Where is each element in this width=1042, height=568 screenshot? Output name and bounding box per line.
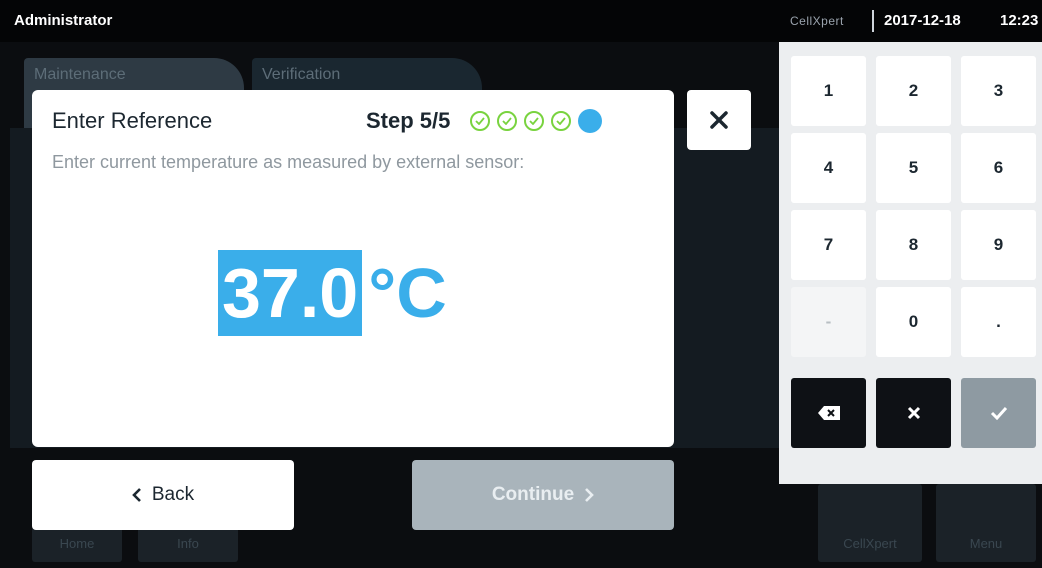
status-time: 12:23 [1000, 12, 1039, 29]
background-cellxpert-label: CellXpert [843, 536, 897, 551]
step-indicator-text: Step 5/5 [366, 108, 451, 133]
tab-verification-label: Verification [262, 66, 341, 83]
background-cellxpert-button: CellXpert [818, 484, 922, 562]
step-complete-icon [497, 111, 517, 131]
key-6[interactable]: 6 [961, 133, 1036, 203]
brand-name: CellXpert [790, 14, 844, 28]
current-user: Administrator [14, 12, 113, 29]
backspace-icon [817, 406, 840, 420]
dialog-title: Enter Reference [52, 108, 213, 133]
key-1[interactable]: 1 [791, 56, 866, 126]
status-bar: Administrator CellXpert 2017-12-18 12:23 [0, 0, 1042, 42]
clear-icon [907, 406, 920, 420]
step-current-icon [578, 109, 602, 133]
back-button-label: Back [151, 484, 195, 505]
step-complete-icon [524, 111, 544, 131]
confirm-button[interactable] [961, 378, 1036, 448]
clear-button[interactable] [876, 378, 951, 448]
key-5[interactable]: 5 [876, 133, 951, 203]
step-complete-icon [551, 111, 571, 131]
close-button[interactable] [687, 90, 751, 150]
key-0[interactable]: 0 [876, 287, 951, 357]
key-minus[interactable]: - [791, 287, 866, 357]
dialog-instruction: Enter current temperature as measured by… [52, 152, 525, 172]
chevron-right-icon [585, 488, 594, 502]
status-separator [872, 10, 874, 32]
step-complete-icon [470, 111, 490, 131]
background-menu-label: Menu [969, 536, 1003, 551]
key-decimal[interactable]: . [961, 287, 1036, 357]
temperature-unit: °C [368, 254, 447, 332]
numeric-keypad: 1 2 3 4 5 6 7 8 9 - 0 . [779, 42, 1042, 484]
key-2[interactable]: 2 [876, 56, 951, 126]
continue-button-label: Continue [491, 484, 575, 505]
temperature-value[interactable]: 37.0 [218, 250, 363, 336]
close-icon [710, 111, 728, 129]
tab-maintenance-label: Maintenance [34, 66, 126, 83]
continue-button[interactable]: Continue [412, 460, 674, 530]
confirm-icon [990, 406, 1007, 420]
backspace-button[interactable] [791, 378, 866, 448]
key-3[interactable]: 3 [961, 56, 1036, 126]
key-9[interactable]: 9 [961, 210, 1036, 280]
temperature-input[interactable]: 37.0 °C [218, 250, 447, 336]
enter-reference-dialog: Enter Reference Step 5/5 Enter current t… [32, 90, 674, 447]
key-4[interactable]: 4 [791, 133, 866, 203]
key-8[interactable]: 8 [876, 210, 951, 280]
background-menu-button: Menu [936, 484, 1036, 562]
chevron-left-icon [132, 488, 141, 502]
key-7[interactable]: 7 [791, 210, 866, 280]
status-date: 2017-12-18 [884, 12, 961, 29]
step-progress [470, 108, 602, 134]
back-button[interactable]: Back [32, 460, 294, 530]
